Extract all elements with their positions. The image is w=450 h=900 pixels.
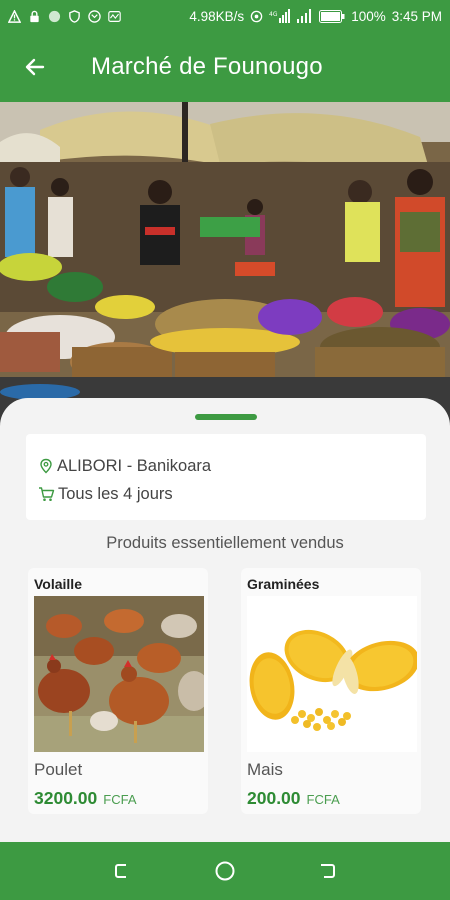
product-category: Graminées	[247, 576, 320, 592]
activity-icon	[108, 10, 121, 22]
product-card-mais[interactable]: Graminées Mais 200.00 FCFA	[241, 568, 421, 814]
products-section-title: Produits essentiellement vendus	[106, 534, 344, 552]
product-name: Poulet	[34, 760, 83, 779]
product-image-corn	[247, 596, 417, 752]
recents-icon	[114, 864, 126, 878]
warning-icon	[8, 9, 21, 23]
product-price: 200.00	[247, 788, 301, 808]
market-info-card: ALIBORI - Banikoara Tous les 4 jours	[26, 434, 426, 520]
product-currency: FCFA	[103, 792, 137, 807]
corn-illustration	[247, 596, 417, 752]
battery-percent: 100%	[351, 8, 386, 24]
status-bar: 4.98KB/s 4G 100% 3:45 PM	[0, 0, 450, 32]
product-category: Volaille	[34, 576, 82, 592]
lock-icon	[30, 10, 39, 22]
location-text: ALIBORI - Banikoara	[57, 456, 212, 475]
signal-2-icon	[297, 9, 312, 23]
chickens-illustration	[34, 596, 204, 752]
system-nav-bar	[0, 842, 450, 900]
back-button[interactable]	[0, 32, 70, 102]
product-price-row: 3200.00 FCFA	[34, 788, 137, 809]
sheet-drag-handle[interactable]	[195, 414, 257, 420]
app-bar: Marché de Founougo	[0, 32, 450, 102]
back-nav-button[interactable]	[308, 851, 348, 891]
home-button[interactable]	[205, 851, 245, 891]
frequency-text: Tous les 4 jours	[58, 484, 173, 503]
status-icons-left	[8, 9, 121, 23]
market-details-sheet: ALIBORI - Banikoara Tous les 4 jours Pro…	[0, 398, 450, 842]
back-nav-icon	[321, 864, 336, 878]
frequency-row: Tous les 4 jours	[38, 480, 414, 508]
product-card-poulet[interactable]: Volaille Poulet 3200.00 FCFA	[28, 568, 208, 814]
product-price-row: 200.00 FCFA	[247, 788, 340, 809]
arrow-left-icon	[25, 58, 45, 76]
location-row: ALIBORI - Banikoara	[38, 452, 414, 480]
mail-icon	[88, 9, 101, 23]
home-circle-icon	[215, 861, 235, 881]
circle-icon	[48, 10, 61, 22]
network-speed: 4.98KB/s	[189, 8, 245, 24]
svg-text:4G: 4G	[269, 11, 278, 18]
hotspot-icon	[250, 10, 263, 22]
cart-icon	[39, 487, 55, 501]
shield-icon	[69, 9, 80, 23]
market-scene-illustration	[0, 102, 450, 432]
product-price: 3200.00	[34, 788, 98, 808]
page-title: Marché de Founougo	[91, 53, 323, 80]
clock: 3:45 PM	[391, 8, 442, 24]
product-currency: FCFA	[306, 792, 340, 807]
signal-icon: 4G	[269, 9, 291, 23]
market-photo	[0, 102, 450, 432]
recents-button[interactable]	[102, 851, 142, 891]
product-image-chickens	[34, 596, 204, 752]
product-name: Mais	[247, 760, 283, 779]
map-pin-icon	[40, 458, 52, 474]
battery-icon	[319, 9, 345, 23]
status-icons-right: 4.98KB/s 4G 100% 3:45 PM	[189, 9, 442, 24]
